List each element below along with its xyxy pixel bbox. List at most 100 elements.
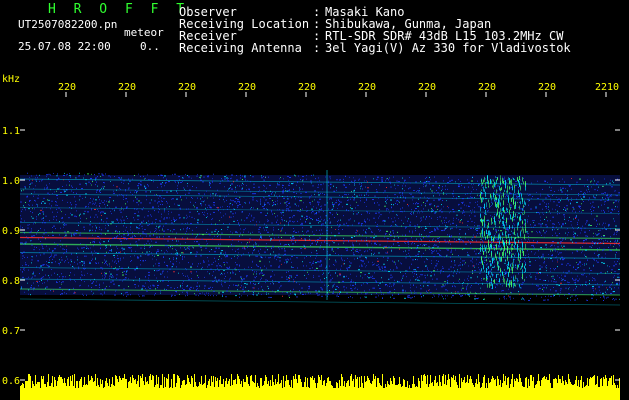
spectrogram-pixel-2512	[387, 241, 388, 243]
spectrogram-pixel-108	[473, 183, 474, 185]
spectrogram-pixel-605	[284, 250, 286, 252]
spectrogram-pixel-686	[182, 287, 183, 289]
spectrogram-pixel-1809	[520, 268, 521, 270]
spectrogram-pixel-4889	[474, 207, 475, 209]
spectrogram-pixel-3293	[568, 284, 569, 286]
spectrogram-pixel-1970	[299, 199, 300, 201]
spectrogram-pixel-3128	[182, 258, 183, 260]
spectrogram-pixel-85	[556, 256, 557, 258]
spectrogram-pixel-74	[610, 244, 611, 246]
spectrogram-pixel-2657	[317, 201, 319, 203]
spectrogram-pixel-3456	[462, 240, 463, 242]
spectrogram-pixel-4746	[344, 263, 345, 265]
spectrogram-pixel-1878	[176, 232, 177, 234]
spectrogram-pixel-814	[450, 228, 451, 230]
spectrogram-pixel-341	[60, 240, 61, 242]
spectrogram-pixel-3480	[93, 198, 94, 200]
spectrogram-pixel-2899	[511, 263, 512, 265]
spectrogram-pixel-2508	[265, 256, 266, 258]
spectrogram-pixel-4511	[140, 264, 141, 266]
spectrogram-pixel-1485	[28, 265, 29, 267]
spectrogram-pixel-753	[372, 275, 373, 277]
spectrogram-pixel-782	[378, 204, 380, 206]
spectrogram-pixel-3088	[221, 272, 222, 274]
spectrogram-pixel-1533	[301, 222, 303, 224]
spectrogram-pixel-3489	[131, 237, 133, 239]
spectrogram-pixel-467	[609, 266, 610, 268]
spectrogram-pixel-4465	[149, 288, 150, 290]
spectrogram-pixel-3810	[494, 193, 495, 195]
spectrogram-pixel-4783	[291, 255, 293, 257]
spectrogram-pixel-1093	[234, 201, 236, 203]
spectrogram-pixel-2863	[92, 203, 93, 205]
spectrogram-pixel-1054	[223, 253, 224, 255]
spectrogram-pixel-288	[205, 207, 206, 209]
spectrogram-pixel-4940	[548, 203, 549, 205]
spectrogram-pixel-541	[42, 269, 43, 271]
spectrogram-pixel-553	[445, 224, 446, 226]
spectrogram-pixel-1147	[191, 216, 193, 218]
spectrogram-pixel-3417	[585, 283, 586, 285]
spectrogram-pixel-3664	[468, 255, 470, 257]
spectrogram-pixel-2046	[559, 233, 560, 235]
spectrogram-pixel-1067	[472, 209, 473, 211]
spectrogram-pixel-4603	[36, 216, 37, 218]
spectrogram-pixel-3610	[328, 254, 329, 256]
spectrogram-pixel-3945	[155, 218, 157, 220]
spectrogram-pixel-4674	[31, 240, 32, 242]
spectrogram-pixel-2703	[545, 181, 546, 183]
spectrogram-pixel-2550	[461, 239, 462, 241]
spectrogram-pixel-1880	[163, 177, 164, 179]
spectrogram-pixel-4650	[577, 267, 578, 269]
spectrogram-pixel-3439	[601, 256, 603, 258]
spectrogram-pixel-3157	[125, 203, 126, 205]
spectrogram-pixel-4722	[82, 293, 83, 295]
spectrogram-pixel-771	[613, 298, 614, 300]
spectrogram-pixel-2336	[479, 253, 481, 255]
spectrogram-pixel-4541	[320, 184, 322, 186]
spectrogram-pixel-3155	[142, 209, 143, 211]
spectrogram-pixel-4096	[412, 272, 413, 274]
spectrogram-pixel-901	[341, 257, 342, 259]
spectrogram-pixel-52	[179, 175, 180, 177]
spectrogram-pixel-4101	[317, 239, 319, 241]
spectrogram-pixel-1408	[475, 253, 477, 255]
spectrogram-pixel-2444	[288, 224, 289, 226]
spectrogram-pixel-4782	[415, 271, 416, 273]
spectrogram-pixel-4528	[56, 190, 57, 192]
spectrogram-pixel-306	[549, 186, 550, 188]
spectrogram-pixel-2520	[56, 201, 57, 203]
spectrogram-pixel-2224	[289, 189, 290, 191]
spectrogram-pixel-1870	[522, 298, 524, 300]
spectrogram-pixel-4238	[63, 253, 64, 255]
spectrogram-pixel-3618	[367, 283, 368, 285]
spectrogram-pixel-292	[413, 213, 414, 215]
spectrogram-pixel-4326	[446, 227, 447, 229]
spectrogram-pixel-320	[60, 191, 62, 193]
spectrogram-pixel-1664	[316, 255, 317, 257]
spectrogram-pixel-2502	[119, 231, 120, 233]
spectrogram-plot[interactable]	[20, 92, 620, 400]
spectrogram-pixel-2794	[237, 219, 238, 221]
spectrogram-pixel-4293	[468, 294, 469, 296]
spectrogram-pixel-3207	[543, 287, 545, 289]
spectrogram-pixel-2241	[356, 234, 357, 236]
spectrogram-pixel-411	[319, 229, 320, 231]
spectrogram-pixel-2305	[365, 296, 367, 298]
spectrogram-pixel-3581	[250, 282, 251, 284]
spectrogram-pixel-4881	[215, 269, 216, 271]
spectrogram-pixel-476	[431, 190, 433, 192]
spectrogram-pixel-1126	[123, 219, 125, 221]
spectrogram-pixel-1456	[173, 258, 174, 260]
spectrogram-pixel-2896	[68, 179, 69, 181]
spectrogram-pixel-3375	[241, 278, 242, 280]
spectrogram-pixel-2637	[230, 187, 231, 189]
spectrogram-pixel-1034	[462, 260, 464, 262]
spectrogram-pixel-1411	[315, 257, 316, 259]
spectrogram-pixel-2600	[92, 254, 93, 256]
spectrogram-pixel-3007	[87, 173, 89, 175]
spectrogram-pixel-1896	[208, 204, 210, 206]
spectrogram-pixel-4312	[56, 194, 58, 196]
spectrogram-pixel-674	[274, 255, 276, 257]
spectrogram-pixel-1768	[277, 182, 278, 184]
